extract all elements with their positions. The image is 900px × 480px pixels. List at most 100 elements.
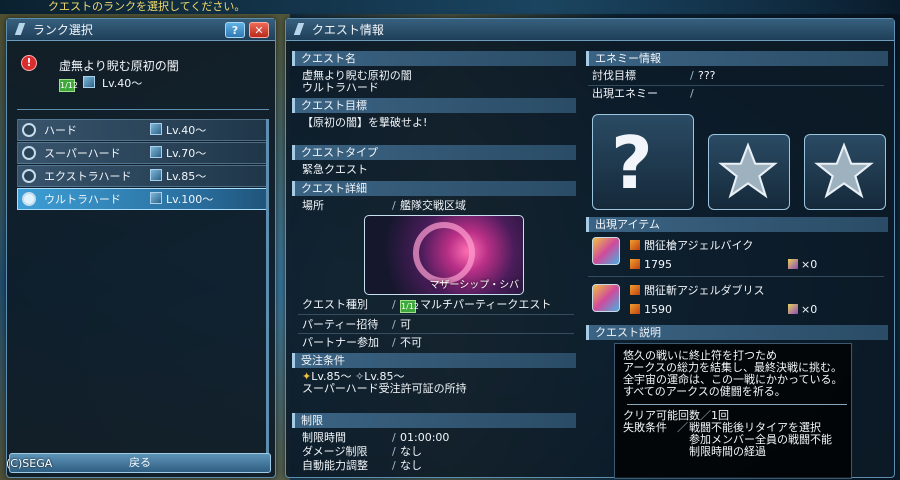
auto-adjust-label: 自動能力調整 bbox=[302, 459, 368, 472]
target-label: 討伐目標 bbox=[592, 69, 636, 82]
quest-panel-header: クエスト情報 bbox=[286, 19, 894, 41]
divider bbox=[17, 109, 269, 110]
weapon-icon bbox=[630, 259, 640, 269]
enemy-slot-star-1[interactable] bbox=[708, 134, 790, 210]
location-label: 場所 bbox=[302, 199, 324, 212]
rank-level-text: Lv.70～ bbox=[166, 147, 207, 160]
rank-name: ウルトラハード bbox=[44, 193, 121, 206]
item-thumbnail[interactable] bbox=[592, 237, 620, 265]
rank-list-scrollbar[interactable] bbox=[266, 119, 269, 464]
row-divider bbox=[298, 333, 574, 334]
header-deco-icon bbox=[14, 23, 26, 35]
item-name-text: 閻征槍アジェルバイク bbox=[644, 239, 754, 252]
quest-rank: ウルトラハード bbox=[302, 81, 379, 94]
target-value: ??? bbox=[698, 69, 716, 82]
selected-quest-name: 虚無より睨む原初の闇 bbox=[59, 59, 179, 73]
crystal-icon bbox=[788, 259, 798, 269]
level-icon bbox=[150, 123, 162, 135]
level-icon bbox=[150, 146, 162, 158]
separator: / bbox=[392, 298, 396, 311]
radio-icon bbox=[22, 146, 36, 160]
separator: / bbox=[392, 199, 396, 212]
header-deco-icon bbox=[293, 23, 305, 35]
row-divider bbox=[298, 314, 574, 315]
fail-label: 失敗条件 bbox=[623, 421, 667, 434]
weapon-icon bbox=[630, 240, 640, 250]
close-button[interactable]: ✕ bbox=[249, 22, 269, 38]
location-image-caption: マザーシップ・シバ bbox=[429, 280, 520, 291]
rank-item-hard[interactable]: ハード Lv.40～ bbox=[17, 119, 269, 141]
separator: / bbox=[392, 445, 396, 458]
party-invite-value: 可 bbox=[400, 318, 411, 331]
description-line: すべてのアークスの健闘を祈る。 bbox=[623, 385, 786, 398]
radio-icon bbox=[22, 123, 36, 137]
item-value: 1795 bbox=[630, 259, 672, 271]
exclamation-icon: ! bbox=[21, 55, 37, 71]
rank-level-text: Lv.85～ bbox=[166, 170, 207, 183]
category-text: マルチパーティークエスト bbox=[420, 298, 552, 311]
row-divider bbox=[588, 276, 884, 277]
description-heading: クエスト説明 bbox=[586, 325, 888, 340]
location-image-ring bbox=[413, 222, 475, 284]
category-label: クエスト種別 bbox=[302, 298, 368, 311]
limits-heading: 制限 bbox=[292, 413, 576, 428]
rank-item-super-hard[interactable]: スーパーハード Lv.70～ bbox=[17, 142, 269, 164]
copyright: (C)SEGA bbox=[6, 457, 53, 470]
party-invite-label: パーティー招待 bbox=[302, 318, 379, 331]
appear-enemy-label: 出現エネミー bbox=[592, 87, 658, 100]
quest-type: 緊急クエスト bbox=[302, 163, 368, 176]
detail-heading: クエスト詳細 bbox=[292, 181, 576, 196]
item-value-text: 1795 bbox=[644, 258, 672, 271]
rank-name: スーパーハード bbox=[44, 147, 121, 160]
damage-limit-value: なし bbox=[400, 445, 422, 458]
rank-item-ultra-hard[interactable]: ウルトラハード Lv.100～ bbox=[17, 188, 269, 210]
level-icon bbox=[150, 169, 162, 181]
rank-level-text: Lv.100～ bbox=[166, 193, 214, 206]
radio-icon bbox=[22, 192, 36, 206]
item-name: 閻征槍アジェルバイク bbox=[630, 240, 753, 252]
weapon-icon bbox=[630, 285, 640, 295]
partner-value: 不可 bbox=[400, 336, 422, 349]
rank-name: エクストラハード bbox=[44, 170, 132, 183]
quest-info-panel: クエスト情報 クエスト名 虚無より睨む原初の闇 ウルトラハード クエスト目標 【… bbox=[285, 18, 895, 479]
rank-level: Lv.70～ bbox=[150, 143, 206, 165]
quest-panel-title: クエスト情報 bbox=[311, 23, 384, 37]
item-value: 1590 bbox=[630, 304, 672, 316]
separator: / bbox=[392, 459, 396, 472]
separator: / bbox=[392, 336, 396, 349]
enemy-slot-unknown[interactable]: ? bbox=[592, 114, 694, 210]
rank-level: Lv.40～ bbox=[150, 120, 206, 142]
selected-quest-level: 1/12 Lv.40～ bbox=[59, 75, 142, 92]
rank-list: ハード Lv.40～ スーパーハード Lv.70～ エクストラハード Lv.85… bbox=[17, 119, 269, 211]
star-emblem-icon bbox=[718, 142, 778, 199]
rank-panel-title: ランク選択 bbox=[32, 23, 93, 37]
level-icon bbox=[150, 192, 162, 204]
description-separator bbox=[627, 404, 847, 405]
weapon-icon bbox=[630, 304, 640, 314]
item-count-text: ×0 bbox=[801, 258, 818, 271]
item-count-text: ×0 bbox=[801, 303, 818, 316]
location-image: マザーシップ・シバ bbox=[364, 215, 524, 295]
party-size-badge: 1/12 bbox=[59, 79, 78, 92]
conditions-heading: 受注条件 bbox=[292, 353, 576, 368]
rank-item-extra-hard[interactable]: エクストラハード Lv.85～ bbox=[17, 165, 269, 187]
item-thumbnail[interactable] bbox=[592, 284, 620, 312]
item-name-text: 閻征斬アジェルダブリス bbox=[644, 284, 765, 297]
question-mark-icon: ? bbox=[611, 121, 653, 205]
instruction-text: クエストのランクを選択してください。 bbox=[48, 0, 246, 13]
selected-quest-lv-text: Lv.40～ bbox=[102, 77, 143, 90]
instruction-bar: クエストのランクを選択してください。 bbox=[0, 0, 900, 14]
party-size-badge: 1/12 bbox=[400, 300, 419, 313]
rank-select-panel: ランク選択 ? ✕ ! 虚無より睨む原初の闇 1/12 Lv.40～ ハード L… bbox=[6, 18, 276, 478]
selected-quest: ! 虚無より睨む原初の闇 1/12 Lv.40～ bbox=[13, 47, 271, 105]
enemy-slot-star-2[interactable] bbox=[804, 134, 886, 210]
row-divider bbox=[588, 85, 884, 86]
help-button[interactable]: ? bbox=[225, 22, 245, 38]
separator: / bbox=[690, 69, 694, 82]
description-box: 悠久の戦いに終止符を打つため アークスの総力を結集し、最終決戦に挑む。 全宇宙の… bbox=[614, 343, 852, 479]
enemy-heading: エネミー情報 bbox=[586, 51, 888, 66]
separator: ／ bbox=[677, 421, 688, 434]
category-value: 1/12マルチパーティークエスト bbox=[400, 299, 551, 313]
item-count: ×0 bbox=[788, 259, 817, 271]
fail-condition: 制限時間の経過 bbox=[689, 445, 766, 458]
